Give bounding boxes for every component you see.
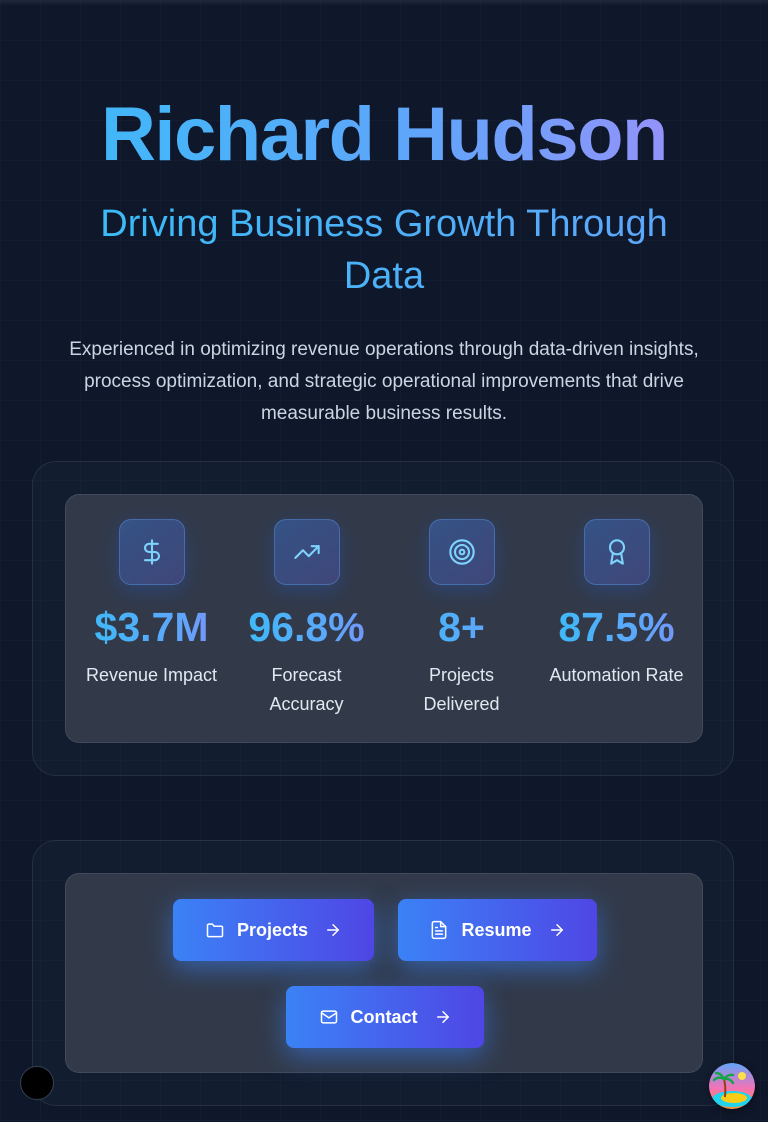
resume-button[interactable]: Resume <box>398 899 597 961</box>
arrow-right-icon <box>324 921 342 939</box>
navigation-buttons: Projects Resume Contact <box>65 873 703 1073</box>
dollar-icon <box>118 519 185 585</box>
hero-name: Richard Hudson <box>0 92 768 178</box>
stat-value: 96.8% <box>229 599 384 655</box>
projects-button[interactable]: Projects <box>173 899 374 961</box>
contact-button-label: Contact <box>350 1006 418 1027</box>
island-avatar-icon[interactable] <box>709 1063 755 1109</box>
stat-value: 8+ <box>384 599 539 655</box>
stats-card: $3.7M Revenue Impact 96.8% Forecast Accu… <box>32 461 734 776</box>
projects-button-label: Projects <box>236 919 309 940</box>
navigation-card: Projects Resume Contact <box>32 840 734 1106</box>
stat-revenue-impact: $3.7M Revenue Impact <box>74 495 229 744</box>
mail-icon <box>319 1007 339 1027</box>
stat-value: $3.7M <box>74 599 229 655</box>
hero-tagline: Driving Business Growth Through Data <box>60 198 708 302</box>
stat-forecast-accuracy: 96.8% Forecast Accuracy <box>229 495 384 744</box>
arrow-right-icon <box>548 921 566 939</box>
hero-description: Experienced in optimizing revenue operat… <box>69 339 699 424</box>
resume-button-label: Resume <box>461 919 532 940</box>
stats-grid: $3.7M Revenue Impact 96.8% Forecast Accu… <box>65 494 703 743</box>
award-icon <box>583 519 650 585</box>
target-icon <box>428 519 495 585</box>
stat-label: Forecast Accuracy <box>269 665 344 714</box>
stat-label: Revenue Impact <box>85 665 218 685</box>
stat-label: Projects Delivered <box>423 665 500 714</box>
stat-projects-delivered: 8+ Projects Delivered <box>384 495 539 744</box>
top-edge <box>0 0 768 6</box>
contact-button[interactable]: Contact <box>286 986 484 1048</box>
stat-value: 87.5% <box>539 599 694 655</box>
stat-label: Automation Rate <box>549 665 684 685</box>
trending-up-icon <box>273 519 340 585</box>
arrow-right-icon <box>434 1008 452 1026</box>
floating-circle-button[interactable] <box>20 1066 54 1100</box>
folder-icon <box>205 920 225 940</box>
document-icon <box>429 920 449 940</box>
stat-automation-rate: 87.5% Automation Rate <box>539 495 694 744</box>
